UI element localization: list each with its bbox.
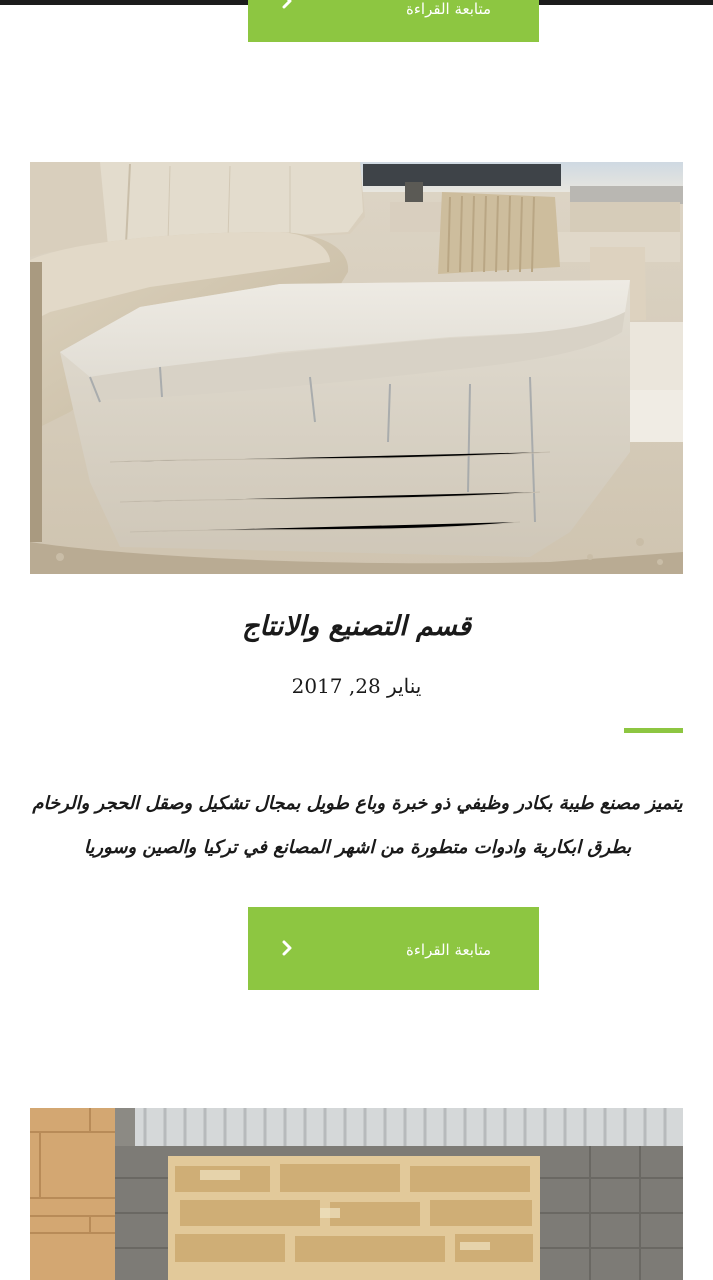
chevron-right-icon	[282, 940, 292, 956]
chevron-right-icon	[282, 0, 292, 9]
read-more-button[interactable]: متابعة القراءة	[248, 907, 539, 990]
blog-page: متابعة القراءة قسم التصنيع والانتاج يناي…	[0, 0, 713, 1280]
read-more-label: متابعة القراءة	[406, 941, 492, 959]
post-image[interactable]	[30, 162, 683, 574]
post-title[interactable]: قسم التصنيع والانتاج	[0, 611, 713, 642]
accent-divider	[624, 728, 683, 733]
post-excerpt: يتميز مصنع طيبة بكادر وظيفي ذو خبرة وباع…	[32, 793, 683, 858]
read-more-label: متابعة القراءة	[406, 0, 492, 18]
read-more-button-previous[interactable]: متابعة القراءة	[248, 0, 539, 42]
post-image-next[interactable]	[30, 1108, 683, 1280]
post-date: يناير 28, 2017	[291, 674, 422, 698]
